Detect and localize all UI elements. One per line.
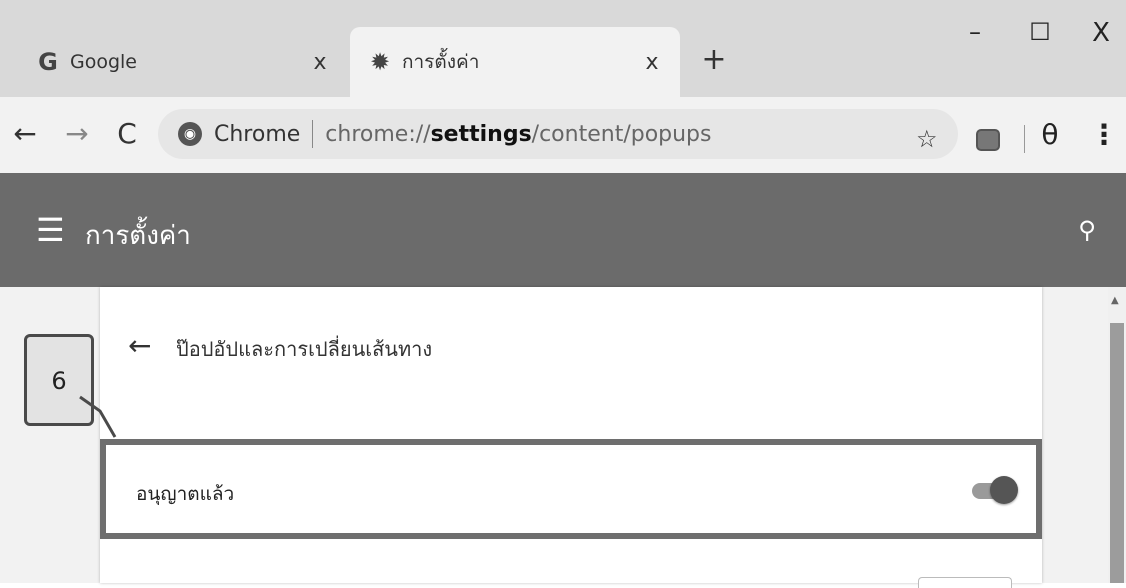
settings-content: ← ป๊อปอัปและการเปลี่ยนเส้นทาง อนุญาตแล้ว… — [0, 287, 1126, 588]
url-host: settings — [430, 121, 532, 147]
allow-popups-toggle[interactable] — [972, 476, 1018, 504]
reload-button[interactable]: C — [110, 117, 144, 151]
browser-toolbar: ← → C ◉ Chrome chrome://settings/content… — [0, 97, 1126, 174]
callout-pointer — [79, 395, 117, 438]
allowed-label: อนุญาตแล้ว — [136, 483, 235, 505]
back-arrow-icon[interactable]: ← — [128, 329, 151, 362]
bookmark-star-icon[interactable]: ☆ — [916, 125, 938, 153]
google-icon: G — [38, 48, 58, 76]
more-menu-icon[interactable]: ⋮ — [1090, 119, 1118, 151]
search-icon[interactable]: ⚲ — [1070, 213, 1104, 247]
minimize-button[interactable]: – — [950, 18, 1000, 58]
url-path: /content/popups — [531, 121, 712, 147]
address-bar[interactable]: ◉ Chrome chrome://settings/content/popup… — [158, 109, 958, 159]
scrollbar[interactable]: ▲ — [1108, 287, 1126, 583]
maximize-button[interactable]: ☐ — [1015, 18, 1065, 58]
extension-icon[interactable] — [976, 129, 1000, 151]
tab-settings[interactable]: ✹ การตั้งค่า x — [350, 27, 680, 97]
close-tab-icon[interactable]: x — [638, 50, 666, 75]
omnibox-divider — [312, 120, 314, 148]
page-title: การตั้งค่า — [85, 221, 191, 251]
close-tab-icon[interactable]: x — [306, 50, 334, 75]
scroll-up-arrow-icon[interactable]: ▲ — [1111, 295, 1119, 306]
tab-strip: G Google x ✹ การตั้งค่า x + – ☐ X — [0, 0, 1126, 97]
gear-icon: ✹ — [369, 48, 391, 76]
tab-title: Google — [70, 51, 138, 73]
forward-button[interactable]: → — [60, 117, 94, 151]
chrome-icon: ◉ — [178, 122, 202, 146]
step-number: 6 — [51, 367, 67, 395]
tab-google[interactable]: G Google x — [18, 27, 348, 97]
hamburger-menu-icon[interactable]: ☰ — [36, 213, 72, 247]
toggle-knob — [990, 476, 1018, 504]
url-scheme: chrome:// — [325, 121, 431, 147]
section-title: ป๊อปอัปและการเปลี่ยนเส้นทาง — [176, 337, 433, 361]
tab-title: การตั้งค่า — [402, 51, 480, 73]
back-button[interactable]: ← — [8, 117, 42, 151]
scrollbar-thumb[interactable] — [1110, 323, 1124, 583]
settings-header: ☰ การตั้งค่า ⚲ — [0, 173, 1126, 287]
toolbar-divider — [1024, 125, 1025, 153]
allowed-setting-row: อนุญาตแล้ว — [100, 439, 1042, 539]
new-tab-button[interactable]: + — [696, 42, 732, 78]
profile-icon[interactable]: θ — [1034, 119, 1066, 151]
site-chip-label: Chrome — [214, 121, 301, 147]
close-window-button[interactable]: X — [1076, 18, 1126, 58]
